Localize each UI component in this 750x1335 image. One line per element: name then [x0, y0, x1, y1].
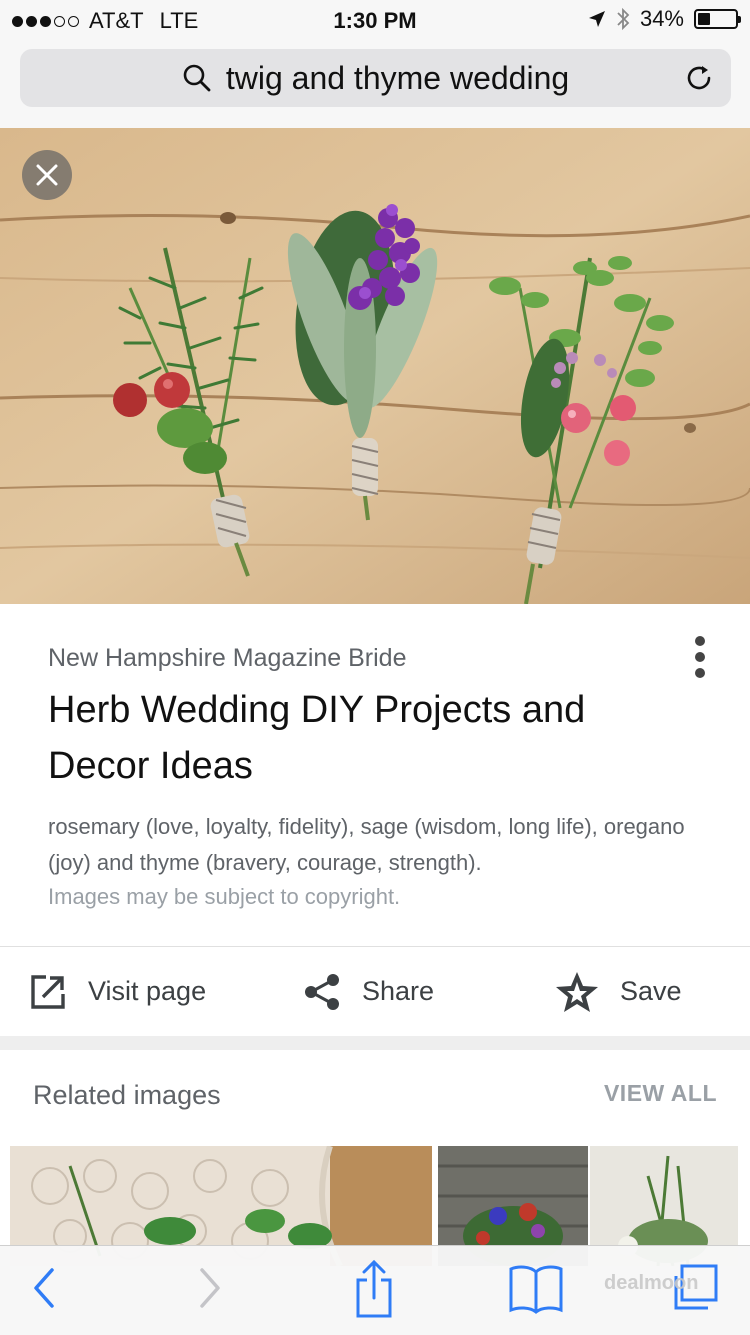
bookmarks-icon[interactable]	[508, 1262, 564, 1314]
share-icon	[305, 973, 339, 1010]
visit-page-button[interactable]: Visit page	[28, 947, 206, 1036]
save-label: Save	[620, 976, 682, 1006]
search-query[interactable]: twig and thyme wedding	[226, 60, 569, 97]
visit-page-label: Visit page	[88, 976, 207, 1006]
source-name[interactable]: New Hampshire Magazine Bride	[48, 644, 406, 673]
boutonnieres-photo	[0, 128, 750, 604]
related-images-title: Related images	[33, 1080, 221, 1110]
close-icon	[36, 164, 58, 186]
status-bar: AT&T LTE 1:30 PM 34%	[0, 0, 750, 40]
watermark: dealmoon	[604, 1272, 699, 1294]
battery-percent: 34%	[639, 6, 684, 31]
share-icon[interactable]	[352, 1258, 396, 1320]
bluetooth-icon	[617, 7, 630, 31]
back-icon[interactable]	[28, 1262, 58, 1312]
star-icon	[556, 971, 598, 1012]
close-button[interactable]	[22, 150, 72, 200]
result-card: New Hampshire Magazine Bride Herb Weddin…	[0, 604, 750, 1036]
copyright-notice: Images may be subject to copyright.	[48, 884, 401, 909]
battery-icon	[694, 9, 741, 29]
save-button[interactable]: Save	[554, 947, 682, 1036]
reload-icon[interactable]	[685, 63, 715, 93]
hero-image[interactable]	[0, 128, 750, 604]
search-icon	[183, 64, 211, 92]
address-area: twig and thyme wedding	[0, 40, 750, 129]
open-external-icon	[31, 974, 65, 1009]
address-bar[interactable]: twig and thyme wedding	[20, 49, 731, 107]
more-options-icon[interactable]	[688, 636, 712, 680]
forward-icon[interactable]	[196, 1262, 226, 1312]
share-label: Share	[362, 976, 435, 1006]
location-icon	[588, 11, 605, 27]
result-description: rosemary (love, loyalty, fidelity), sage…	[48, 814, 685, 875]
view-all-link[interactable]: VIEW ALL	[604, 1080, 717, 1107]
share-button[interactable]: Share	[302, 947, 434, 1036]
action-bar: Visit page Share Save	[0, 947, 750, 1036]
result-title[interactable]: Herb Wedding DIY Projects and Decor Idea…	[48, 682, 688, 794]
